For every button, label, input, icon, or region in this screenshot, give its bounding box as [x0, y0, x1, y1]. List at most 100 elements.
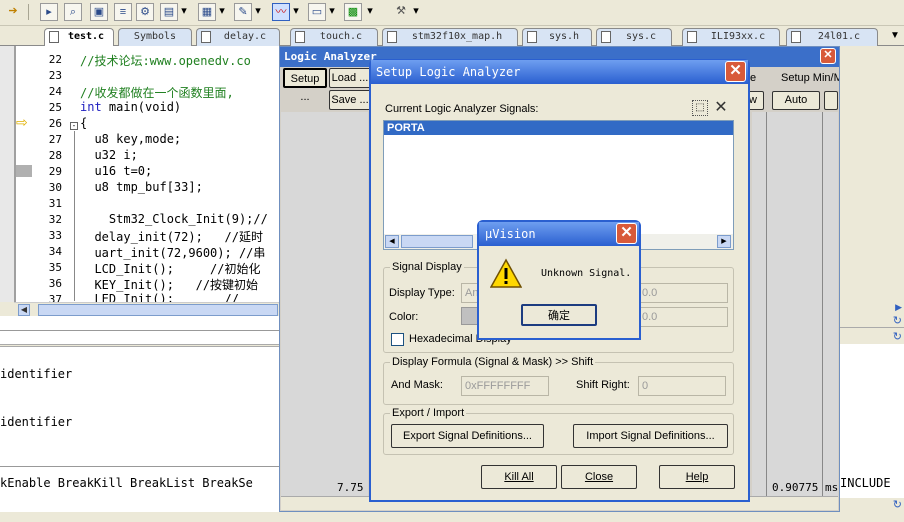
code-line[interactable]: LCD_Init(); //初始化: [80, 260, 260, 277]
line-number: 24: [48, 85, 62, 98]
export-signal-definitions-button[interactable]: Export Signal Definitions...: [391, 424, 544, 448]
scrollbar-thumb[interactable]: [401, 235, 473, 248]
max-field[interactable]: 0.0: [638, 307, 728, 327]
dropdown-icon[interactable]: ▾: [412, 3, 420, 21]
refresh-icon[interactable]: ↻: [893, 498, 902, 511]
dropdown-icon[interactable]: ▾: [366, 3, 374, 21]
tab-delay-c[interactable]: delay.c: [196, 28, 280, 46]
code-line[interactable]: {: [80, 116, 87, 130]
toolbar-separator: [28, 4, 29, 20]
scroll-left-icon[interactable]: ◀: [385, 235, 399, 248]
la-waveform-pane[interactable]: [752, 112, 838, 500]
logic-analyzer-close-icon[interactable]: ✕: [820, 48, 836, 64]
tab-ili93xx-c[interactable]: ILI93xx.c: [682, 28, 780, 46]
tab-test-c[interactable]: test.c: [44, 28, 114, 47]
code-line[interactable]: uart_init(72,9600); //串: [80, 244, 265, 261]
line-number: 33: [48, 229, 62, 242]
line-number: 26: [48, 117, 62, 130]
dropdown-icon[interactable]: ▾: [292, 3, 300, 21]
close-button[interactable]: Close: [561, 465, 637, 489]
grid-icon[interactable]: ▦: [198, 3, 216, 21]
analyzer-icon[interactable]: 〰: [272, 3, 290, 21]
dropdown-icon[interactable]: ▾: [180, 3, 188, 21]
list-icon[interactable]: ≡: [114, 3, 132, 21]
la-partial-button[interactable]: [824, 91, 838, 110]
and-mask-field[interactable]: 0xFFFFFFFF: [461, 376, 549, 396]
min-field[interactable]: 0.0: [638, 283, 728, 303]
color-label: Color:: [389, 311, 419, 323]
dropdown-icon[interactable]: ▾: [254, 3, 262, 21]
message-box-titlebar[interactable]: µVision: [479, 222, 639, 246]
setup-close-icon[interactable]: ✕: [725, 61, 746, 82]
scroll-right-icon[interactable]: ▶: [895, 302, 902, 313]
code-line[interactable]: KEY_Init(); //按键初始: [80, 276, 258, 293]
ok-button[interactable]: 确定: [521, 304, 597, 326]
line-number: 22: [48, 53, 62, 66]
la-signal-pane[interactable]: [281, 112, 368, 500]
message-box-close-icon[interactable]: ✕: [616, 223, 637, 244]
code-line[interactable]: Stm32_Clock_Init(9);//: [80, 212, 268, 226]
setup-dialog-titlebar[interactable]: Setup Logic Analyzer: [371, 60, 748, 84]
editor-horizontal-scrollbar[interactable]: ◀: [14, 302, 280, 316]
message-box-title: µVision: [485, 227, 536, 241]
run-icon[interactable]: ▸: [40, 3, 58, 21]
dropdown-icon[interactable]: ▾: [218, 3, 226, 21]
output-divider: [0, 330, 280, 331]
view-icon[interactable]: ▣: [90, 3, 108, 21]
fold-line: [74, 131, 75, 301]
window-icon[interactable]: ▤: [160, 3, 178, 21]
hexadecimal-checkbox[interactable]: [391, 333, 404, 346]
la-divider: [822, 112, 823, 500]
tab-symbols[interactable]: Symbols: [118, 28, 192, 46]
signal-item[interactable]: PORTA: [384, 121, 733, 135]
tab-24l01-c[interactable]: 24l01.c: [786, 28, 878, 46]
toolbar: ➔ ▸ ⌕ ▣ ≡ ⚙ ▤ ▾ ▦ ▾ ✎ ▾ 〰 ▾ ▭ ▾ ▩ ▾ ⚒ ▾: [0, 0, 904, 26]
scroll-right-icon[interactable]: ▶: [717, 235, 731, 248]
line-number: 23: [48, 69, 62, 82]
scroll-left-icon[interactable]: ◀: [18, 304, 30, 316]
wrench-icon[interactable]: ⚒: [392, 3, 410, 21]
chip-icon[interactable]: ▩: [344, 3, 362, 21]
new-signal-icon[interactable]: ⬚: [692, 100, 708, 116]
code-line[interactable]: u8 tmp_buf[33];: [80, 180, 202, 194]
la-load-button[interactable]: Load ...: [329, 68, 371, 88]
la-save-button[interactable]: Save ...: [329, 90, 371, 110]
code-line[interactable]: u16 t=0;: [80, 164, 152, 178]
formula-label: Display Formula (Signal & Mask) >> Shift: [390, 356, 596, 368]
tab-sys-h[interactable]: sys.h: [522, 28, 592, 46]
code-line[interactable]: delay_init(72); //延时: [80, 228, 263, 245]
file-icon: [527, 31, 537, 43]
tab-list-dropdown-icon[interactable]: ▼: [890, 30, 900, 41]
scrollbar-thumb[interactable]: [38, 304, 278, 316]
edit-icon[interactable]: ✎: [234, 3, 252, 21]
dropdown-icon[interactable]: ▾: [328, 3, 336, 21]
code-line[interactable]: //收发都做在一个函数里面,: [80, 84, 234, 101]
search-icon[interactable]: ⌕: [64, 3, 82, 21]
code-line[interactable]: //技术论坛:www.openedv.co: [80, 52, 251, 69]
tools-icon[interactable]: ⚙: [136, 3, 154, 21]
memory-icon[interactable]: ▭: [308, 3, 326, 21]
logic-analyzer-title: Logic Analyzer: [284, 50, 377, 63]
tab-stm32f10x-map-h[interactable]: stm32f10x_map.h: [382, 28, 518, 46]
refresh-icon[interactable]: ↻: [893, 330, 902, 343]
tab-sys-c[interactable]: sys.c: [596, 28, 672, 46]
tab-touch-c[interactable]: touch.c: [290, 28, 378, 46]
output-line-1: identifier: [0, 367, 73, 381]
delete-signal-icon[interactable]: ✕: [712, 99, 730, 117]
la-setup-button[interactable]: Setup ...: [283, 68, 327, 103]
import-signal-definitions-button[interactable]: Import Signal Definitions...: [573, 424, 728, 448]
code-line[interactable]: int main(void): [80, 100, 181, 114]
help-button[interactable]: Help: [659, 465, 735, 489]
editor-margin: [0, 46, 14, 302]
kill-all-button[interactable]: Kill All: [481, 465, 557, 489]
line-number: 34: [48, 245, 62, 258]
refresh-icon[interactable]: ↻: [893, 314, 902, 327]
la-time-left: 7.75: [337, 481, 364, 494]
fold-icon[interactable]: -: [70, 122, 78, 130]
la-auto-button[interactable]: Auto: [772, 91, 820, 110]
code-line[interactable]: u8 key,mode;: [80, 132, 181, 146]
arrow-icon[interactable]: ➔: [4, 3, 22, 21]
code-line[interactable]: u32 i;: [80, 148, 137, 162]
right-splitter: ↻: [840, 314, 904, 328]
shift-right-field[interactable]: 0: [638, 376, 726, 396]
